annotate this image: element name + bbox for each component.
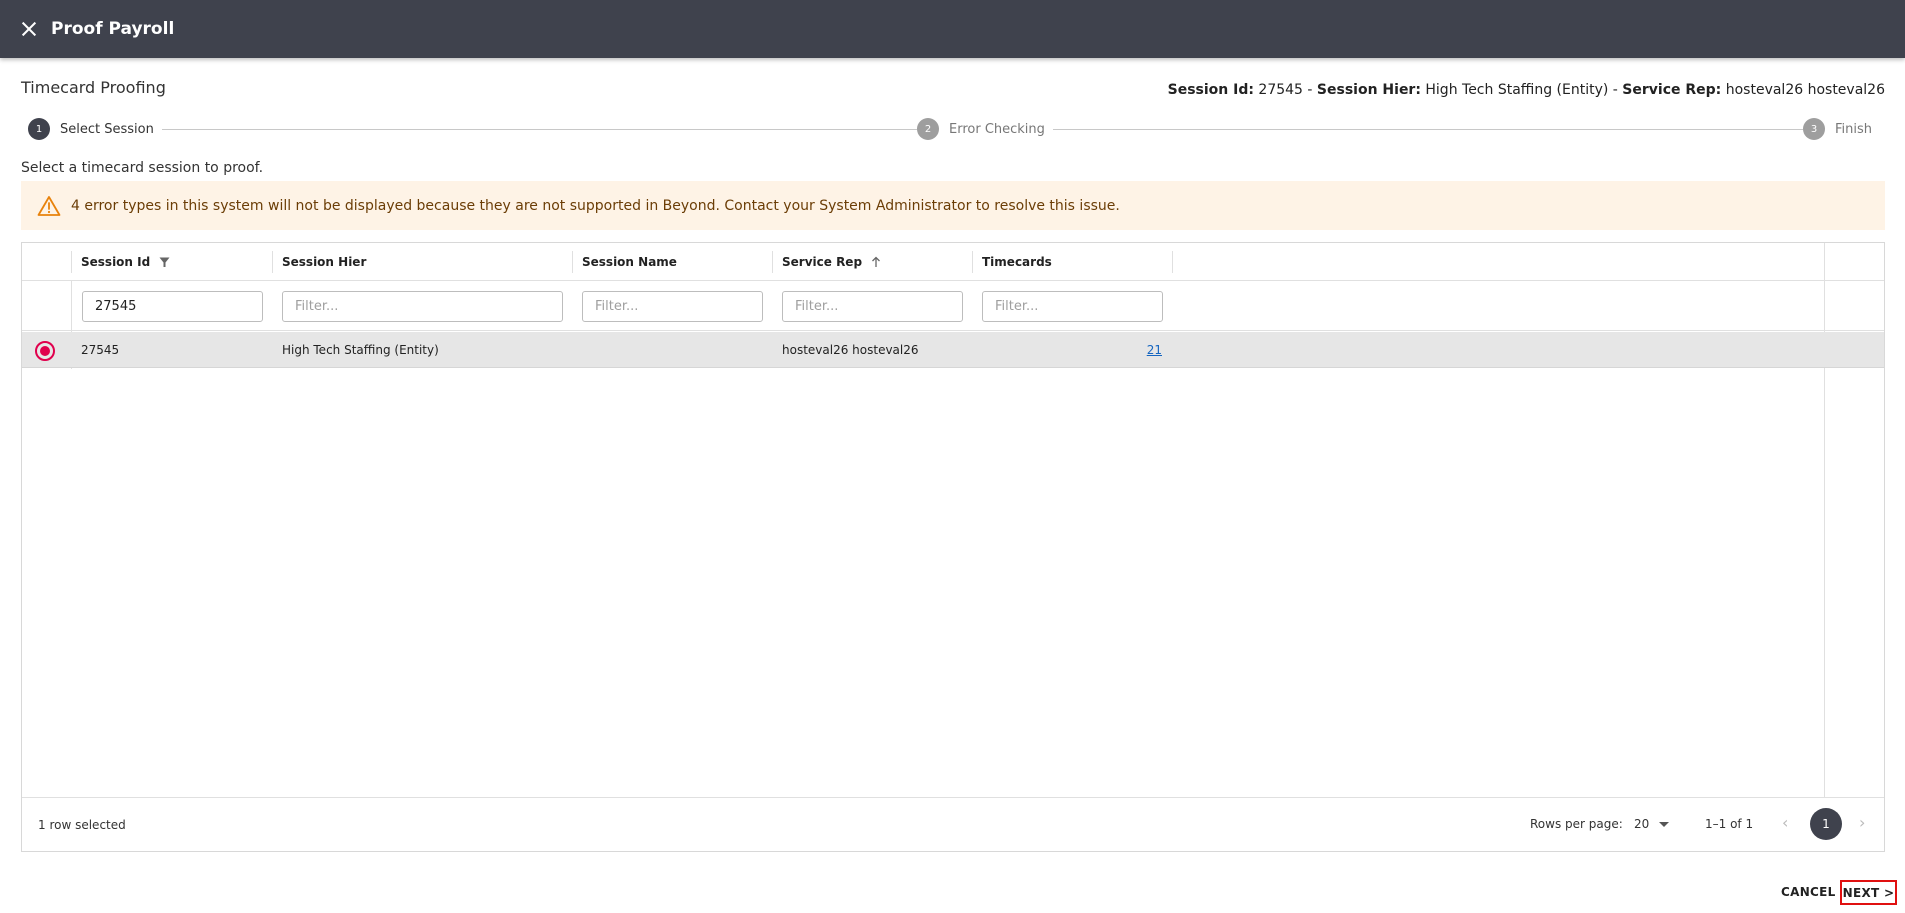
column-header-session-id[interactable]: Session Id (71, 243, 271, 281)
step-connector (1028, 129, 1828, 130)
sessions-grid: Session Id Session Hier Session Name Ser… (21, 242, 1885, 852)
session-hier-label: Session Hier: (1316, 82, 1421, 98)
service-rep-label: Service Rep: (1622, 82, 1722, 98)
session-id-label: Session Id: (1167, 82, 1254, 98)
separator: - (1612, 82, 1618, 98)
column-header-service-rep[interactable]: Service Rep (772, 243, 972, 281)
step-select-session: 1 Select Session (28, 118, 162, 140)
cell-session-id: 27545 (81, 343, 120, 357)
column-header-session-hier[interactable]: Session Hier (272, 243, 572, 281)
column-label: Service Rep (782, 255, 863, 269)
column-header-session-name[interactable]: Session Name (572, 243, 772, 281)
step-connector (148, 129, 948, 130)
step-number: 2 (917, 118, 939, 140)
grid-header: Session Id Session Hier Session Name Ser… (22, 243, 1884, 281)
page-range: 1–1 of 1 (1705, 817, 1754, 831)
timecards-link[interactable]: 21 (1147, 343, 1162, 357)
grid-footer: 1 row selected Rows per page: 20 1–1 of … (22, 797, 1884, 851)
filter-row (22, 281, 1884, 331)
column-label: Session Name (582, 255, 677, 269)
column-label: Session Id (81, 255, 151, 269)
chevron-left-icon[interactable]: ‹ (1782, 813, 1788, 832)
rows-per-page-select[interactable]: 20 (1634, 817, 1670, 831)
table-row[interactable]: 27545 High Tech Staffing (Entity) hostev… (22, 332, 1884, 368)
warning-icon (37, 195, 61, 216)
cell-timecards: 21 (972, 332, 1172, 368)
service-rep-value: hosteval26 hosteval26 (1725, 82, 1885, 98)
session-id-value: 27545 (1258, 82, 1303, 98)
column-label: Session Hier (282, 255, 367, 269)
stepper: 1 Select Session 2 Error Checking 3 Fini… (28, 118, 1881, 140)
column-separator (1172, 251, 1173, 273)
warning-text: 4 error types in this system will not be… (71, 197, 1120, 214)
column-label: Timecards (982, 255, 1052, 269)
cell-service-rep: hosteval26 hosteval26 (782, 343, 919, 357)
row-select-radio[interactable] (35, 341, 55, 361)
next-button[interactable]: NEXT > (1840, 880, 1897, 905)
rows-per-page-label: Rows per page: (1530, 817, 1623, 831)
instruction-text: Select a timecard session to proof. (21, 160, 264, 176)
service-rep-filter-input[interactable] (782, 291, 963, 322)
current-page-button[interactable]: 1 (1810, 808, 1842, 840)
dialog-title: Proof Payroll (51, 19, 175, 39)
step-label: Finish (1835, 121, 1873, 137)
timecards-filter-input[interactable] (982, 291, 1163, 322)
session-name-filter-input[interactable] (582, 291, 763, 322)
chevron-down-icon (1659, 821, 1670, 827)
session-id-filter-input[interactable] (82, 291, 263, 322)
warning-banner: 4 error types in this system will not be… (21, 181, 1885, 230)
session-info: Session Id: 27545 - Session Hier: High T… (1168, 82, 1885, 98)
step-finish: 3 Finish (1803, 118, 1881, 140)
session-hier-value: High Tech Staffing (Entity) (1425, 82, 1609, 98)
session-hier-filter-input[interactable] (282, 291, 563, 322)
cell-session-hier: High Tech Staffing (Entity) (282, 343, 439, 357)
close-icon[interactable] (20, 20, 38, 38)
step-label: Select Session (60, 121, 154, 137)
section-title: Timecard Proofing (21, 78, 166, 97)
cell-session-name (572, 332, 772, 368)
rows-per-page-value: 20 (1634, 817, 1650, 831)
selected-count: 1 row selected (38, 818, 126, 832)
chevron-right-icon[interactable]: › (1859, 813, 1865, 832)
column-header-timecards[interactable]: Timecards (972, 243, 1172, 281)
step-error-checking: 2 Error Checking (917, 118, 1053, 140)
cancel-button[interactable]: CANCEL (1781, 885, 1836, 899)
sort-ascending-icon[interactable] (871, 256, 881, 268)
step-label: Error Checking (949, 121, 1045, 137)
step-number: 3 (1803, 118, 1825, 140)
separator: - (1307, 82, 1313, 98)
step-number: 1 (28, 118, 50, 140)
filter-icon[interactable] (159, 257, 170, 268)
top-bar: Proof Payroll (0, 0, 1905, 58)
